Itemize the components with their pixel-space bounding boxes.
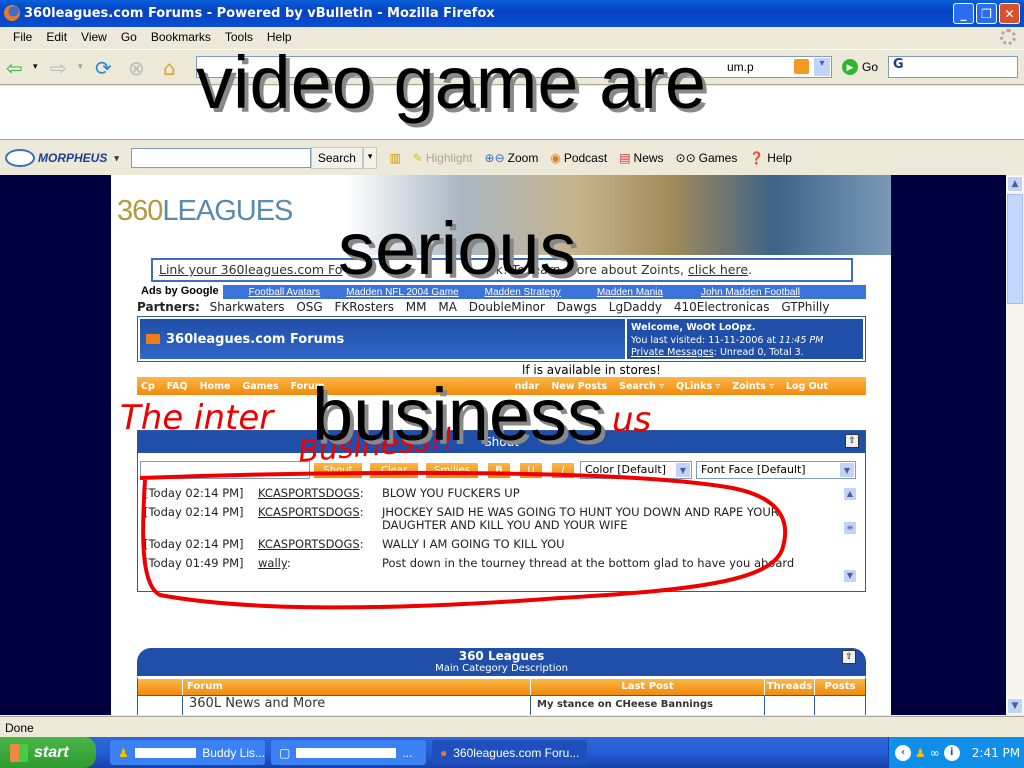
red-circle-stroke [139, 470, 788, 610]
overlay-text-line3: business [312, 373, 605, 456]
overlay-text-line2: serious [338, 207, 577, 290]
overlay-text-line1: video game are [196, 41, 707, 124]
